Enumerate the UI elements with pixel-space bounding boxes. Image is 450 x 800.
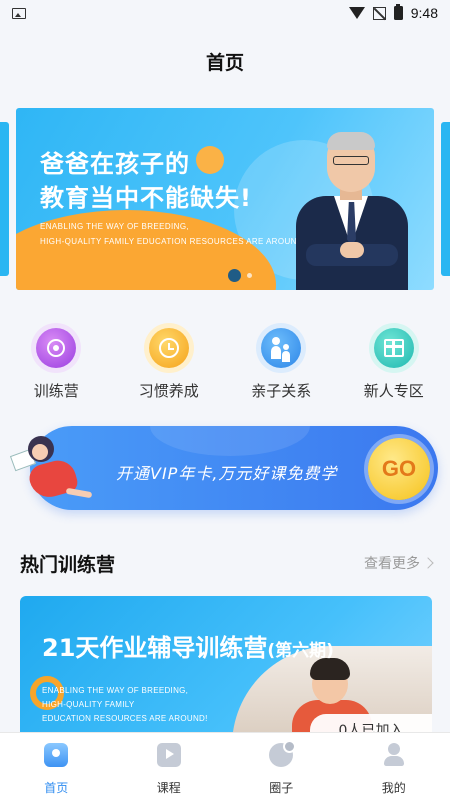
tab-circle[interactable]: 圈子 — [225, 733, 338, 800]
banner-presenter-image — [296, 122, 408, 290]
tab-label: 圈子 — [269, 781, 294, 795]
vip-promo-banner[interactable]: 开通VIP年卡,万元好课免费学 GO — [8, 422, 438, 514]
header: 首页 — [0, 26, 450, 96]
view-more-link[interactable]: 查看更多 — [364, 553, 434, 573]
banner-english-2: HIGH-QUALITY FAMILY EDUCATION RESOURCES … — [40, 237, 297, 246]
carousel-dot-active[interactable] — [228, 269, 241, 282]
banner-slide[interactable]: 爸爸在孩子的 教育当中不能缺失! ENABLING THE WAY OF BRE… — [16, 108, 434, 290]
tab-courses[interactable]: 课程 — [113, 733, 226, 800]
carousel-indicator — [228, 269, 252, 282]
category-newcomer-zone[interactable]: 新人专区 — [338, 328, 450, 408]
section-title: 热门训练营 — [20, 553, 116, 576]
page-title: 首页 — [205, 51, 244, 74]
tab-label: 我的 — [381, 781, 406, 795]
tab-label: 首页 — [44, 781, 69, 795]
profile-icon — [382, 743, 406, 767]
camp-english-3: EDUCATION RESOURCES ARE AROUND! — [42, 714, 208, 723]
status-bar: 9:48 — [0, 0, 450, 26]
category-label: 亲子关系 — [251, 382, 312, 400]
banner-next-peek[interactable] — [441, 122, 450, 276]
gift-icon — [373, 328, 414, 368]
alarm-clock-icon — [148, 328, 189, 368]
view-more-label: 查看更多 — [364, 556, 420, 572]
battery-icon — [393, 4, 403, 20]
category-training-camp[interactable]: 训练营 — [0, 328, 113, 408]
camp-title-sub: (第六期) — [267, 641, 334, 661]
home-icon — [44, 743, 69, 767]
tab-home[interactable]: 首页 — [0, 733, 113, 800]
vip-promo-text: 开通VIP年卡,万元好课免费学 — [116, 464, 338, 483]
banner-headline-2: 教育当中不能缺失! — [40, 184, 252, 212]
category-label: 新人专区 — [363, 382, 424, 400]
parent-child-icon — [261, 328, 302, 368]
target-icon — [36, 328, 77, 368]
banner-headline-1: 爸爸在孩子的 — [40, 150, 190, 178]
wifi-icon — [348, 7, 365, 19]
camp-title-main: 21天作业辅导训练营 — [42, 634, 268, 662]
category-label: 训练营 — [33, 382, 79, 400]
hot-camps-header: 热门训练营 查看更多 — [20, 548, 434, 578]
reading-girl-illustration — [8, 422, 94, 514]
category-parent-child[interactable]: 亲子关系 — [225, 328, 338, 408]
camp-english-1: ENABLING THE WAY OF BREEDING, — [42, 686, 189, 695]
image-notification-icon — [12, 7, 26, 19]
chevron-right-icon — [422, 557, 434, 569]
banner-english-1: ENABLING THE WAY OF BREEDING, — [40, 222, 190, 231]
banner-carousel[interactable]: 爸爸在孩子的 教育当中不能缺失! ENABLING THE WAY OF BRE… — [0, 108, 450, 290]
bottom-tab-bar: 首页 课程 圈子 我的 — [0, 732, 450, 800]
camp-english-2: HIGH-QUALITY FAMILY — [42, 700, 135, 709]
category-label: 习惯养成 — [138, 382, 199, 400]
carousel-dot[interactable] — [247, 273, 252, 278]
course-icon — [156, 743, 181, 767]
banner-prev-peek[interactable] — [0, 122, 9, 276]
tab-label: 课程 — [156, 781, 181, 795]
camp-card-title: 21天作业辅导训练营(第六期) — [42, 628, 334, 663]
camp-card[interactable]: 21天作业辅导训练营(第六期) ENABLING THE WAY OF BREE… — [20, 596, 432, 746]
tab-mine[interactable]: 我的 — [338, 733, 450, 800]
no-sim-icon — [372, 6, 386, 20]
category-shortcuts: 训练营 习惯养成 亲子关系 新人专区 — [0, 328, 450, 408]
category-habit-building[interactable]: 习惯养成 — [113, 328, 226, 408]
status-time: 9:48 — [410, 5, 438, 21]
circle-icon — [269, 740, 297, 767]
vip-go-button[interactable]: GO — [368, 438, 430, 500]
